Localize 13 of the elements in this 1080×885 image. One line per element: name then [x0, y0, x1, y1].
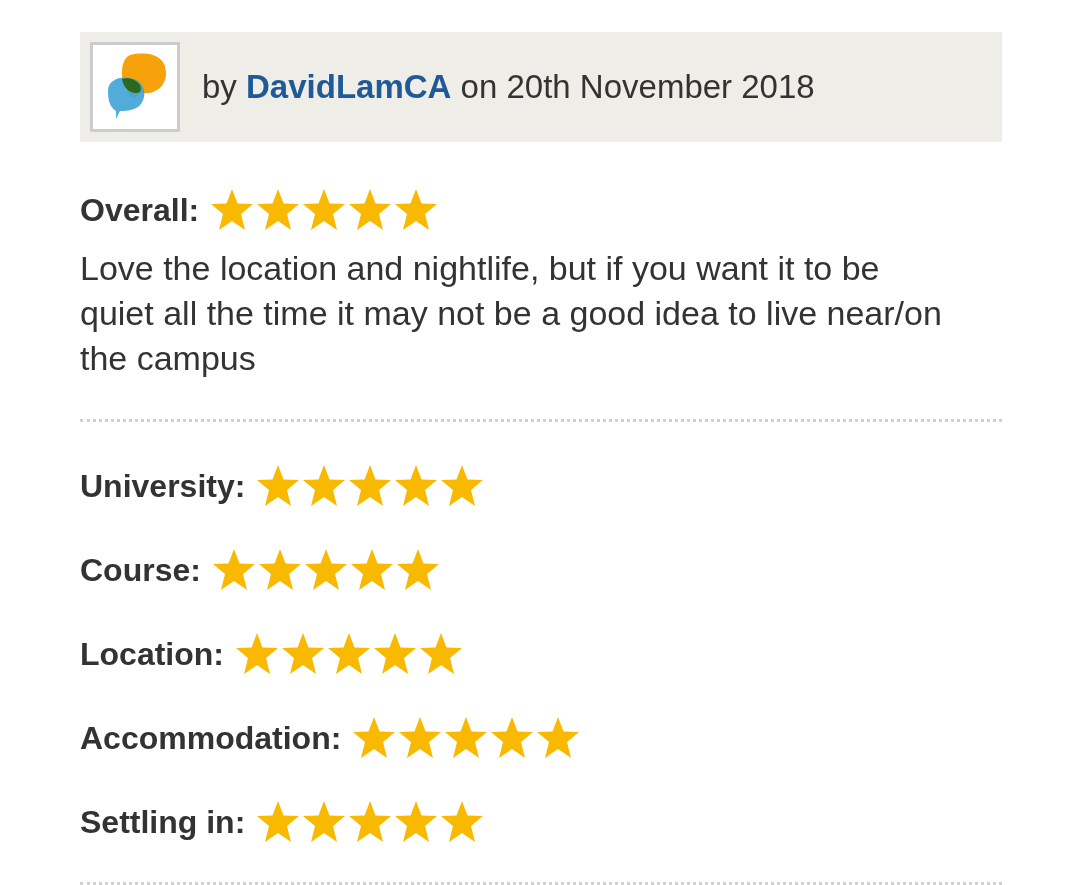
star-icon [234, 631, 280, 677]
rating-label: Settling in: [80, 803, 246, 842]
rating-label: Location: [80, 635, 224, 674]
star-icon [280, 631, 326, 677]
star-icon [326, 631, 372, 677]
rating-label: University: [80, 467, 246, 506]
star-icon [372, 631, 418, 677]
author-byline: by DavidLamCA on 20th November 2018 [202, 67, 815, 108]
review-text: Love the location and nightlife, but if you want it to be quiet all the time it may not be a good idea to live near/on the campus [80, 248, 943, 379]
star-icon [418, 631, 464, 677]
rating-label: Course: [80, 551, 201, 590]
rating-label: Overall: [80, 191, 200, 230]
rating-label: Accommodation: [80, 719, 342, 758]
